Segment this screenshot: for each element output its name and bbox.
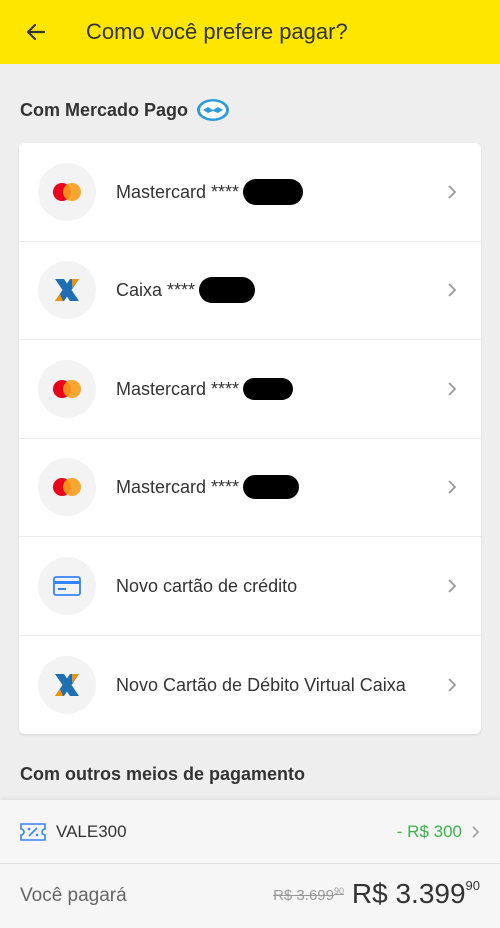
final-price: R$ 3.39990 [352, 878, 480, 910]
payment-method-label: Mastercard **** [116, 477, 240, 498]
saved-payment-methods-list: Mastercard **** Caixa **** Mastercard **… [19, 143, 481, 734]
payment-method-caixa[interactable]: Caixa **** [19, 242, 481, 340]
payment-method-mastercard-1[interactable]: Mastercard **** [19, 143, 481, 242]
final-price-cents: 90 [465, 878, 480, 893]
chevron-right-icon [447, 381, 457, 397]
redacted-mark [243, 178, 304, 205]
chevron-right-icon [471, 825, 480, 839]
redacted-mark [243, 475, 300, 500]
payment-method-label: Novo cartão de crédito [116, 575, 298, 596]
section-title-mercado-pago: Com Mercado Pago [20, 98, 230, 122]
coupon-row[interactable]: VALE300 - R$ 300 [0, 800, 500, 864]
mastercard-icon [38, 458, 96, 517]
payment-method-label: Novo Cartão de Débito Virtual Caixa [116, 674, 406, 695]
caixa-icon [38, 655, 96, 714]
mastercard-icon [38, 359, 96, 418]
chevron-right-icon [447, 578, 457, 594]
original-price: R$ 3.69990 [273, 886, 344, 904]
redacted-mark [199, 277, 256, 304]
payment-method-label: Mastercard **** [116, 181, 240, 202]
page-title: Como você prefere pagar? [86, 19, 348, 44]
back-button[interactable] [14, 10, 58, 54]
chevron-right-icon [447, 479, 457, 495]
arrow-left-icon [26, 23, 46, 41]
caixa-icon [38, 261, 96, 320]
final-price-value: R$ 3.399 [351, 878, 466, 909]
mercado-pago-handshake-icon [196, 98, 230, 122]
payment-method-label: Caixa **** [116, 280, 196, 301]
total-row: Você pagará R$ 3.69990 R$ 3.39990 [0, 864, 500, 928]
section-title-other-methods: Com outros meios de pagamento [20, 764, 305, 785]
payment-method-mastercard-2[interactable]: Mastercard **** [19, 340, 481, 439]
chevron-right-icon [447, 184, 457, 200]
original-price-cents: 90 [333, 886, 344, 896]
ticket-icon [20, 822, 46, 841]
checkout-summary: VALE300 - R$ 300 Você pagará R$ 3.69990 … [0, 800, 500, 928]
original-price-value: R$ 3.699 [273, 887, 334, 904]
coupon-discount: - R$ 300 [396, 821, 462, 841]
chevron-right-icon [447, 282, 457, 298]
top-bar: Como você prefere pagar? [0, 0, 500, 64]
mastercard-icon [38, 162, 96, 221]
new-credit-card-option[interactable]: Novo cartão de crédito [19, 537, 481, 636]
redacted-mark [243, 377, 294, 400]
chevron-right-icon [447, 677, 457, 693]
total-label: Você pagará [20, 885, 127, 906]
section-title-text: Com Mercado Pago [20, 99, 189, 120]
payment-method-mastercard-3[interactable]: Mastercard **** [19, 439, 481, 537]
payment-method-label: Mastercard **** [116, 378, 240, 399]
new-caixa-virtual-debit-option[interactable]: Novo Cartão de Débito Virtual Caixa [19, 636, 481, 735]
section-title-text: Com outros meios de pagamento [20, 764, 306, 784]
credit-card-icon [38, 556, 96, 615]
coupon-code: VALE300 [56, 821, 127, 841]
